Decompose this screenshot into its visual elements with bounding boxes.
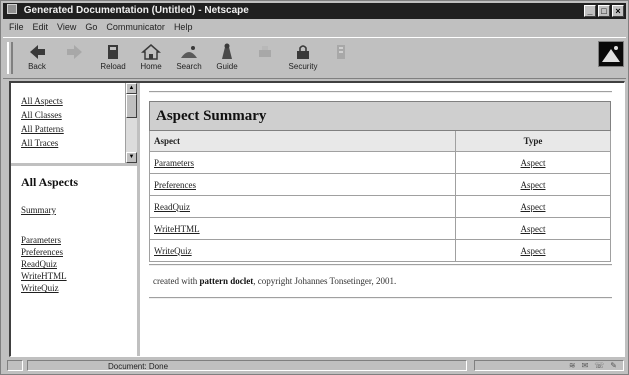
column-header-type: Type [455,130,611,152]
packages-scrollbar[interactable]: ▲ ▼ [125,83,137,163]
row-aspect-link[interactable]: Preferences [154,180,196,190]
navigation-toolbar: Back Reload Home Search Guide Security [3,37,626,79]
title-bar: Generated Documentation (Untitled) - Net… [3,3,626,19]
back-button[interactable]: Back [19,42,55,76]
maximize-button[interactable]: □ [598,5,610,17]
back-arrow-icon [30,45,45,59]
link-all-classes[interactable]: All Classes [21,108,64,122]
table-row: WriteHTML Aspect [149,217,611,240]
aspect-links: Parameters Preferences ReadQuiz WriteHTM… [21,234,67,294]
link-writehtml[interactable]: WriteHTML [21,270,67,282]
discussion-tray-icon[interactable]: ☏ [594,361,604,370]
menu-help[interactable]: Help [174,20,193,35]
menu-communicator[interactable]: Communicator [106,20,165,35]
status-bar: Document: Done ≋ ✉ ☏ ✎ [3,359,626,372]
forward-button[interactable] [57,42,93,76]
reload-icon [108,45,118,59]
packages-frame: All Aspects All Classes All Patterns All… [11,83,140,166]
stop-button[interactable] [323,42,359,76]
composer-tray-icon[interactable]: ✎ [610,361,617,370]
row-aspect-link[interactable]: Parameters [154,158,194,168]
scroll-up-arrow-icon[interactable]: ▲ [126,83,137,94]
divider-top [149,91,612,93]
main-frame: Aspect Summary Aspect Type Parameters As… [141,83,624,356]
link-parameters[interactable]: Parameters [21,234,67,246]
netscape-app-icon [7,4,17,14]
row-type-link[interactable]: Aspect [521,180,546,190]
table-row: Preferences Aspect [149,173,611,196]
toolbar-grip[interactable] [7,42,13,74]
security-lock-icon[interactable] [7,360,23,371]
menu-go[interactable]: Go [85,20,97,35]
navigator-tray-icon[interactable]: ≋ [569,361,576,370]
link-all-aspects[interactable]: All Aspects [21,94,64,108]
column-header-aspect: Aspect [149,130,456,152]
aspects-list-frame: All Aspects Summary Parameters Preferenc… [11,166,140,356]
mail-tray-icon[interactable]: ✉ [582,361,589,370]
table-row: Parameters Aspect [149,151,611,174]
menu-file[interactable]: File [9,20,24,35]
footer-prefix: created with [153,276,200,286]
link-all-patterns[interactable]: All Patterns [21,122,64,136]
link-writequiz[interactable]: WriteQuiz [21,282,67,294]
row-type-link[interactable]: Aspect [521,246,546,256]
forward-arrow-icon [67,45,82,59]
netscape-throbber-icon[interactable] [598,41,624,67]
footer-suffix: , copyright Johannes Tonsetinger, 2001. [253,276,397,286]
table-row: WriteQuiz Aspect [149,239,611,262]
stop-icon [337,45,345,59]
footer-doclet-name: pattern doclet [199,276,254,286]
divider-bottom [149,297,612,299]
search-button[interactable]: Search [171,42,207,76]
menu-edit[interactable]: Edit [33,20,49,35]
divider-middle [149,264,612,266]
row-type-link[interactable]: Aspect [521,158,546,168]
content-area: All Aspects All Classes All Patterns All… [9,81,625,357]
scroll-down-arrow-icon[interactable]: ▼ [126,152,137,163]
table-row: ReadQuiz Aspect [149,195,611,218]
reload-button[interactable]: Reload [95,42,131,76]
table-title: Aspect Summary [149,101,611,131]
guide-icon [222,43,232,59]
home-icon [141,44,161,60]
print-icon [259,46,271,57]
guide-button[interactable]: Guide [209,42,245,76]
minimize-button[interactable]: _ [584,5,596,17]
menu-view[interactable]: View [57,20,76,35]
menu-bar: File Edit View Go Communicator Help [3,20,626,35]
link-all-traces[interactable]: All Traces [21,136,64,150]
home-button[interactable]: Home [133,42,169,76]
window-controls: _ □ × [584,5,624,17]
scroll-thumb[interactable] [126,94,137,118]
footer-credit: created with pattern doclet, copyright J… [153,276,396,286]
window-title: Generated Documentation (Untitled) - Net… [23,5,249,16]
browser-window: Generated Documentation (Untitled) - Net… [0,0,629,375]
link-preferences[interactable]: Preferences [21,246,67,258]
component-tray: ≋ ✉ ☏ ✎ [474,360,624,371]
security-button[interactable]: Security [285,42,321,76]
aspects-list-heading: All Aspects [21,175,78,189]
close-button[interactable]: × [612,5,624,17]
row-type-link[interactable]: Aspect [521,224,546,234]
row-type-link[interactable]: Aspect [521,202,546,212]
security-icon [297,45,309,59]
print-button[interactable] [247,42,283,76]
link-readquiz[interactable]: ReadQuiz [21,258,67,270]
row-aspect-link[interactable]: WriteQuiz [154,246,192,256]
row-aspect-link[interactable]: WriteHTML [154,224,200,234]
package-links: All Aspects All Classes All Patterns All… [21,94,64,150]
search-icon [181,46,197,58]
aspect-summary-table: Aspect Summary Aspect Type Parameters As… [149,101,611,262]
netscape-logo-icon [602,46,620,62]
status-text: Document: Done [27,360,467,371]
link-summary[interactable]: Summary [21,205,56,215]
row-aspect-link[interactable]: ReadQuiz [154,202,190,212]
